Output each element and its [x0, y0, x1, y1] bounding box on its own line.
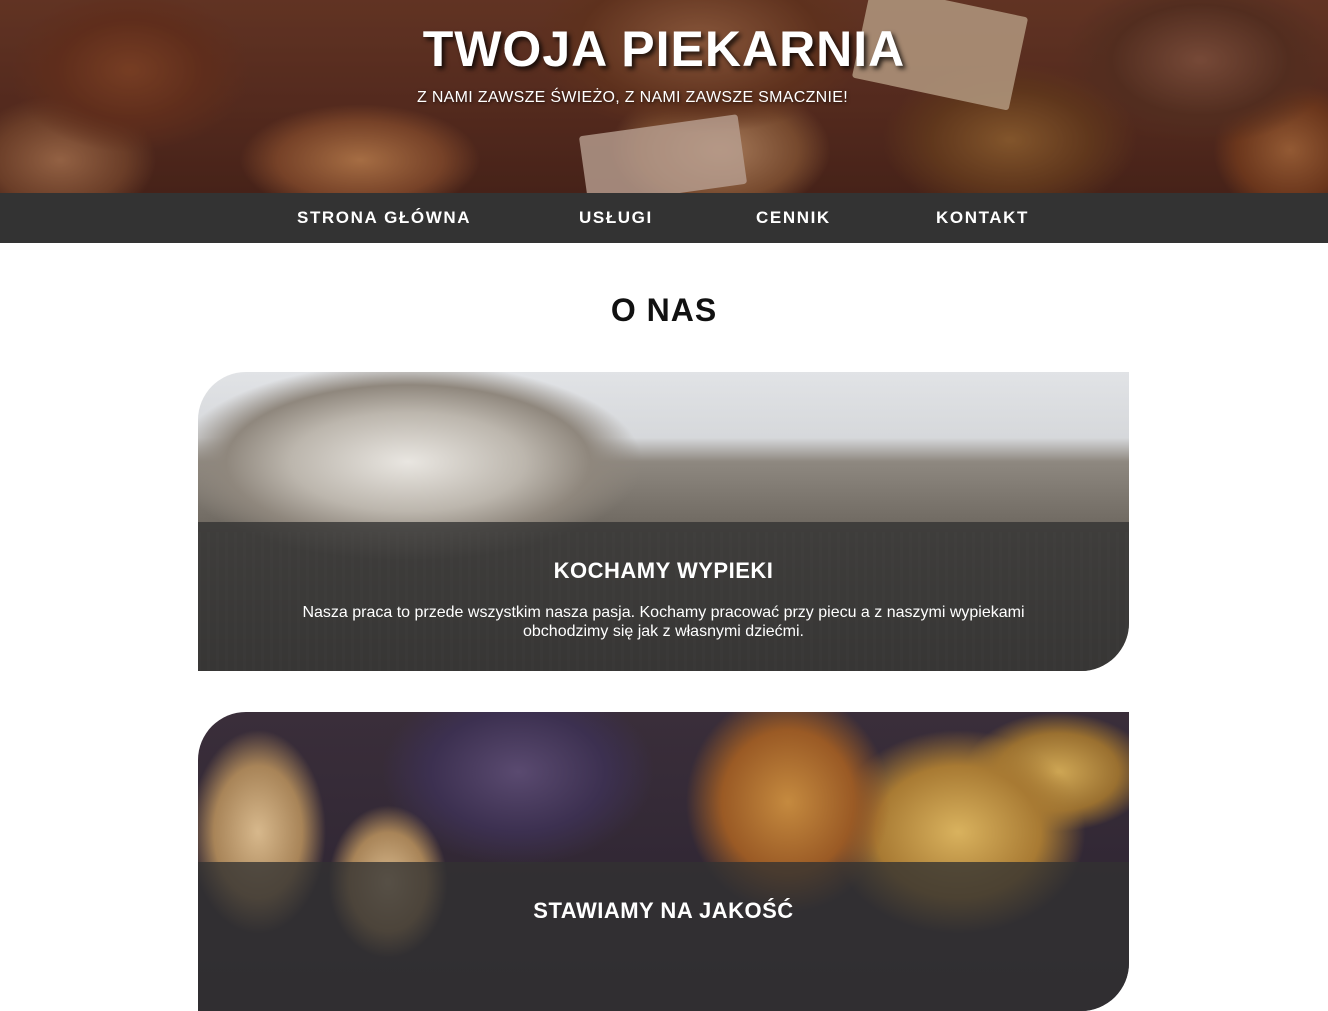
card-overlay — [198, 862, 1129, 1011]
card-overlay — [198, 522, 1129, 671]
about-card: KOCHAMY WYPIEKI Nasza praca to przede ws… — [198, 372, 1129, 671]
about-card: STAWIAMY NA JAKOŚĆ — [198, 712, 1129, 1011]
site-subtitle: Z NAMI ZAWSZE ŚWIEŻO, Z NAMI ZAWSZE SMAC… — [417, 89, 848, 106]
card-heading: KOCHAMY WYPIEKI — [553, 558, 774, 583]
hero-header: TWOJA PIEKARNIA Z NAMI ZAWSZE ŚWIEŻO, Z … — [0, 0, 1328, 193]
nav-item-home[interactable]: STRONA GŁÓWNA — [297, 193, 471, 243]
nav-item-contact[interactable]: KONTAKT — [936, 193, 1029, 243]
card-text: Nasza praca to przede wszystkim nasza pa… — [302, 604, 1025, 640]
nav-item-services[interactable]: USŁUGI — [579, 193, 653, 243]
card-heading: STAWIAMY NA JAKOŚĆ — [533, 898, 794, 923]
nav-item-pricing[interactable]: CENNIK — [756, 193, 831, 243]
section-title: O NAS — [610, 292, 718, 328]
main-navigation: STRONA GŁÓWNA USŁUGI CENNIK KONTAKT — [0, 193, 1328, 243]
site-title: TWOJA PIEKARNIA — [422, 21, 906, 77]
